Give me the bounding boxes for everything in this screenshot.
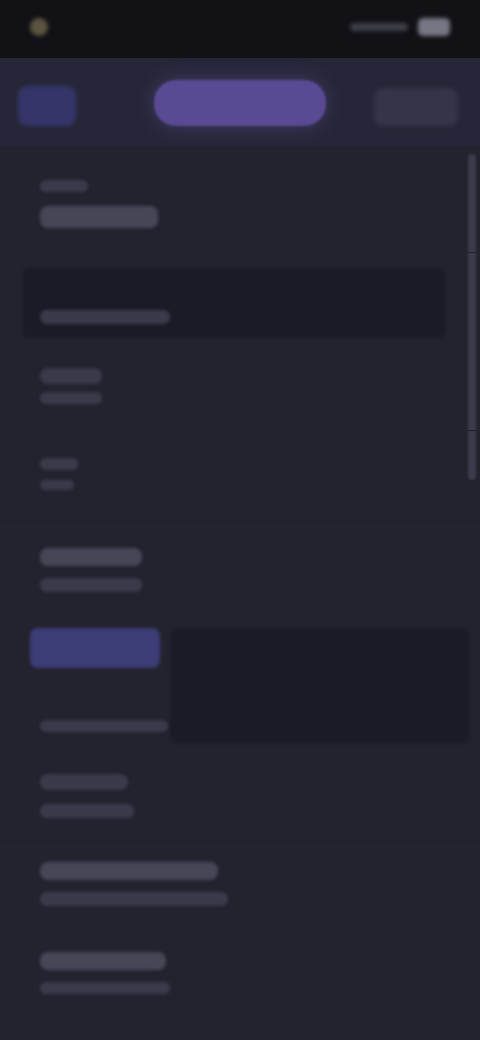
section-1-title-bar [40,206,158,228]
status-indicator-icon [30,18,48,36]
signal-icon [350,23,408,31]
scrollbar[interactable] [468,154,476,480]
divider-3 [0,520,480,521]
divider-6 [0,840,480,841]
section-8-subtitle-bar [40,804,134,818]
section-3-label-bar [40,368,102,384]
section-4-subtitle-bar [40,480,74,490]
active-item-panel[interactable] [170,628,470,744]
section-9-subtitle-bar [40,892,228,906]
divider-1 [0,252,480,253]
section-3-subtitle-bar [40,392,102,404]
active-list-item[interactable] [30,628,160,668]
section-9-title-bar [40,862,218,880]
section-5-title-bar [40,548,142,566]
status-bar [0,0,480,58]
battery-icon [418,18,450,36]
divider-4 [0,612,480,613]
status-right [350,18,450,36]
section-4-label-bar [40,458,78,470]
divider-5 [0,758,480,759]
section-2-card[interactable] [22,268,446,338]
divider-7 [0,930,480,931]
left-nav-button[interactable] [18,86,76,126]
section-1-label-bar [40,180,88,192]
status-left [30,18,58,36]
section-5-subtitle-bar [40,578,142,592]
section-8-title-bar [40,774,128,790]
section-2-title-bar [40,310,170,324]
bottom-subtitle-bar [40,982,170,994]
divider-2 [0,430,480,431]
bottom-title-bar [40,952,166,970]
right-nav-button[interactable] [374,88,458,126]
section-7-title-bar [40,720,168,732]
